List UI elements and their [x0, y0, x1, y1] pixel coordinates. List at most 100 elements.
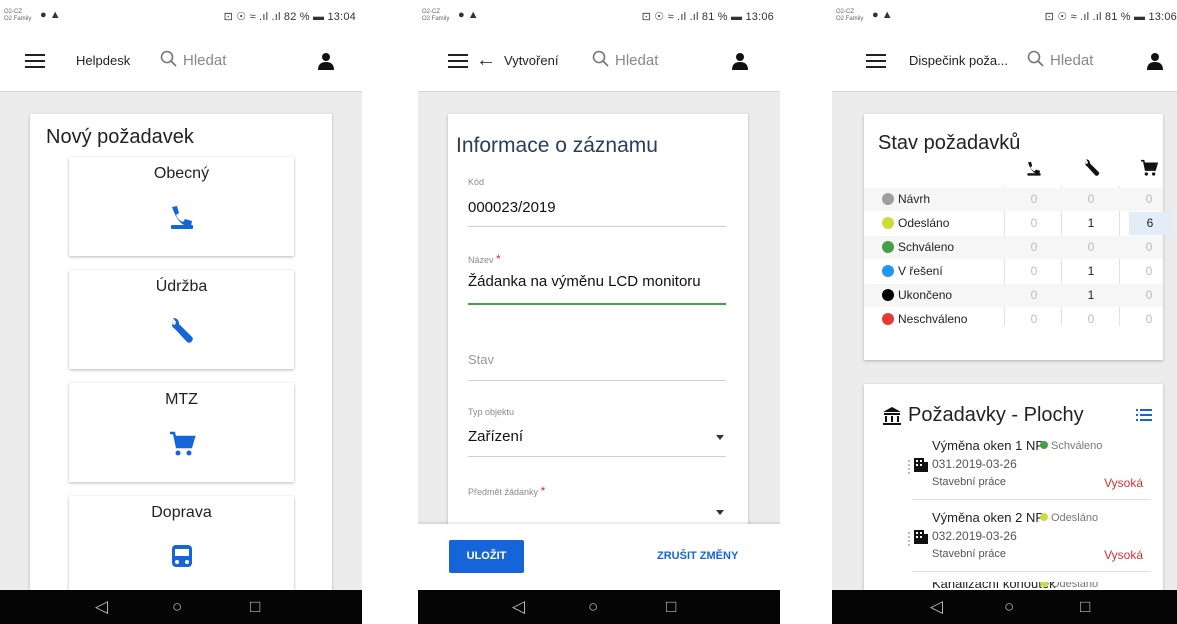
phone-screen-helpdesk: O2-CZ O2 Family ● ▲ ⊡ ☉ ≈ .ıl .ıl 82 % ▬… [0, 0, 362, 624]
name-field[interactable]: Žádanka na výměnu LCD monitoru [468, 273, 701, 290]
system-nav-bar: ◁ ○ □ [0, 590, 362, 624]
app-bar: Helpdesk Hledat [0, 34, 362, 92]
nav-home-icon[interactable]: ○ [172, 597, 182, 617]
status-indicators: ⊡ ☉ ≈ .ıl .ıl 82 % ▬ 13:04 [223, 11, 356, 23]
tile-general[interactable]: Obecný [69, 157, 294, 256]
tile-label: MTZ [165, 391, 198, 408]
code-field[interactable]: 000023/2019 [468, 199, 556, 216]
request-title: Výměna oken 1 NP [932, 438, 1045, 453]
notification-icons: ● ▲ [40, 9, 61, 21]
status-count-cell[interactable]: 0 [1139, 288, 1159, 302]
nav-back-icon[interactable]: ◁ [512, 597, 525, 617]
object-type-select[interactable]: Zařízení [468, 428, 523, 445]
status-count-cell[interactable]: 1 [1081, 264, 1101, 278]
status-bar: O2-CZ O2 Family ● ▲ ⊡ ☉ ≈ .ıl .ıl 81 % ▬… [832, 0, 1177, 34]
status-badge: Odesláno [1040, 512, 1098, 524]
drag-handle-icon[interactable] [908, 532, 910, 546]
status-row[interactable]: Ukončeno 0 1 0 [864, 284, 1163, 307]
nav-home-icon[interactable]: ○ [588, 597, 598, 617]
card-title: Informace o záznamu [456, 134, 658, 157]
chevron-down-icon[interactable] [716, 510, 724, 515]
subject-label: Předmět žádanky * [468, 484, 545, 498]
back-arrow-icon[interactable]: ← [476, 49, 496, 72]
nav-recents-icon[interactable]: □ [666, 597, 676, 617]
status-count-cell[interactable]: 1 [1081, 288, 1101, 302]
cancel-changes-button[interactable]: ZRUŠIT ZMĚNY [657, 550, 738, 562]
notification-icons: ● ▲ [872, 9, 893, 21]
phone-screen-dispatch: O2-CZ O2 Family ● ▲ ⊡ ☉ ≈ .ıl .ıl 81 % ▬… [832, 0, 1177, 624]
status-color-dot [882, 193, 894, 205]
app-title: Vytvoření [504, 53, 559, 68]
tile-label: Údržba [155, 278, 208, 295]
status-count-cell[interactable]: 0 [1024, 312, 1044, 326]
building-icon [914, 530, 928, 544]
nav-recents-icon[interactable]: □ [250, 597, 260, 617]
status-count-cell[interactable]: 0 [1024, 240, 1044, 254]
status-count-cell[interactable]: 0 [1024, 288, 1044, 302]
status-count-cell[interactable]: 1 [1081, 216, 1101, 230]
nav-back-icon[interactable]: ◁ [930, 597, 943, 617]
status-count-cell[interactable]: 0 [1024, 216, 1044, 230]
status-count-cell[interactable]: 0 [1139, 312, 1159, 326]
hamburger-menu-icon[interactable] [866, 54, 886, 70]
status-count-cell[interactable]: 0 [1139, 192, 1159, 206]
state-field[interactable]: Stav [468, 352, 494, 367]
request-title: Výměna oken 2 NP [932, 510, 1045, 525]
tile-label: Doprava [151, 504, 212, 521]
bus-icon [172, 545, 192, 567]
request-list-item[interactable]: Výměna oken 1 NP Schváleno 031.2019-03-2… [864, 438, 1163, 500]
search-input[interactable]: Hledat [1050, 52, 1093, 69]
search-input[interactable]: Hledat [615, 52, 658, 69]
status-dot [1040, 441, 1048, 449]
search-icon[interactable] [1027, 50, 1045, 68]
list-view-icon[interactable] [1136, 408, 1152, 422]
status-row[interactable]: Návrh 0 0 0 [864, 188, 1163, 211]
building-icon [914, 458, 928, 472]
status-name: Návrh [898, 192, 931, 206]
hamburger-menu-icon[interactable] [448, 54, 468, 70]
user-account-icon[interactable] [1147, 52, 1163, 70]
cart-icon [170, 431, 196, 456]
status-color-dot [882, 289, 894, 301]
status-text: Odesláno [1051, 512, 1099, 524]
user-account-icon[interactable] [318, 52, 334, 70]
status-row[interactable]: Schváleno 0 0 0 [864, 236, 1163, 259]
save-button[interactable]: ULOŽIT [449, 540, 524, 573]
status-count-cell[interactable]: 0 [1081, 312, 1101, 326]
status-count-cell[interactable]: 0 [1081, 192, 1101, 206]
status-count-cell[interactable]: 0 [1024, 192, 1044, 206]
nav-home-icon[interactable]: ○ [1004, 597, 1014, 617]
status-count-cell[interactable]: 6 [1129, 212, 1171, 235]
status-color-dot [882, 313, 894, 325]
phone-screen-create: O2-CZ O2 Family ● ▲ ⊡ ☉ ≈ .ıl .ıl 81 % ▬… [418, 0, 780, 624]
status-text: Odesláno [1051, 582, 1099, 590]
card-title: Nový požadavek [46, 126, 194, 148]
request-priority: Vysoká [1104, 548, 1143, 562]
status-badge: Odesláno [1040, 582, 1098, 590]
bank-building-icon [883, 407, 901, 425]
status-row[interactable]: V řešení 0 1 0 [864, 260, 1163, 283]
hamburger-menu-icon[interactable] [25, 54, 45, 70]
status-name: V řešení [898, 264, 943, 278]
user-account-icon[interactable] [732, 52, 748, 70]
status-indicators: ⊡ ☉ ≈ .ıl .ıl 81 % ▬ 13:06 [641, 11, 774, 23]
chevron-down-icon[interactable] [716, 435, 724, 440]
tile-maintenance[interactable]: Údržba [69, 270, 294, 369]
nav-back-icon[interactable]: ◁ [95, 597, 108, 617]
card-title: Požadavky - Plochy [908, 404, 1084, 426]
search-icon[interactable] [592, 50, 610, 68]
nav-recents-icon[interactable]: □ [1080, 597, 1090, 617]
name-label: Název * [468, 252, 501, 266]
status-row[interactable]: Neschváleno 0 0 0 [864, 308, 1163, 331]
status-row[interactable]: Odesláno 0 1 6 [864, 212, 1171, 235]
search-icon[interactable] [160, 50, 178, 68]
system-nav-bar: ◁ ○ □ [418, 590, 780, 624]
status-count-cell[interactable]: 0 [1139, 264, 1159, 278]
drag-handle-icon[interactable] [908, 460, 910, 474]
request-list-item[interactable]: Výměna oken 2 NP Odesláno 032.2019-03-26… [864, 510, 1163, 572]
tile-mtz[interactable]: MTZ [69, 383, 294, 482]
search-input[interactable]: Hledat [183, 52, 226, 69]
status-count-cell[interactable]: 0 [1081, 240, 1101, 254]
status-count-cell[interactable]: 0 [1139, 240, 1159, 254]
status-count-cell[interactable]: 0 [1024, 264, 1044, 278]
